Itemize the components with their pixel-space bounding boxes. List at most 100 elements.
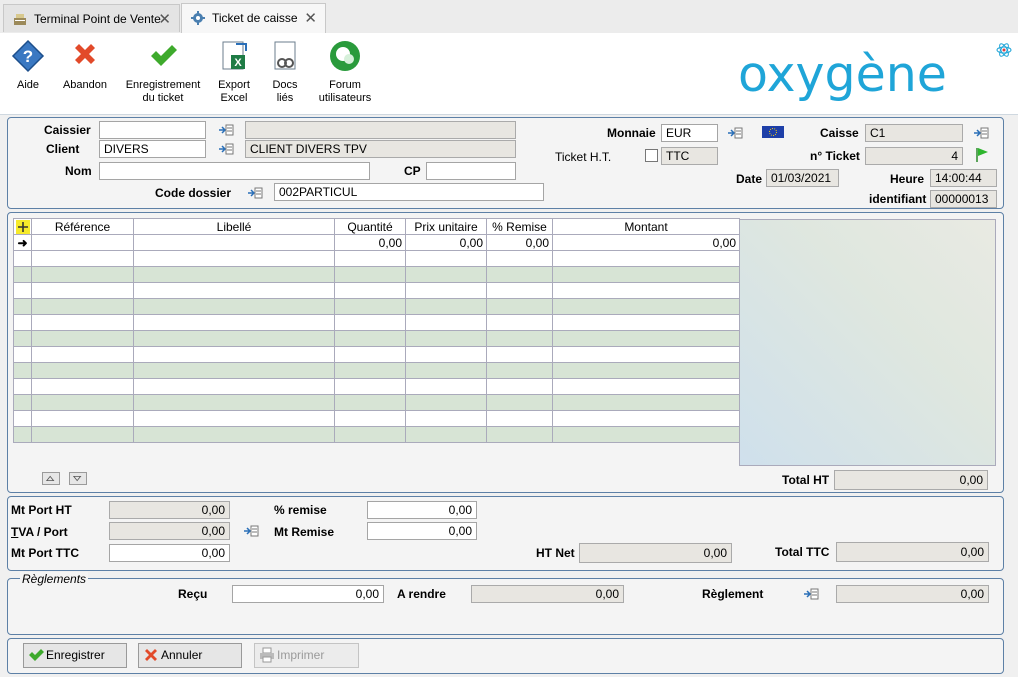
aide-button[interactable]: ? Aide [6,39,50,92]
cell-montant[interactable]: 0,00 [552,234,740,251]
reglement-field: 0,00 [836,585,989,603]
recu-input[interactable]: 0,00 [232,585,384,603]
caissier-label: Caissier [44,123,91,137]
lookup-icon[interactable] [803,587,819,601]
nom-input[interactable] [99,162,370,180]
table-row[interactable] [13,298,740,315]
tab-label: Ticket de caisse [212,11,298,25]
export-excel-button[interactable]: X Export Excel [212,39,256,105]
no-ticket-label: n° Ticket [810,149,860,163]
col-montant[interactable]: Montant [552,218,740,235]
client-input[interactable]: DIVERS [99,140,206,158]
ticket-ht-label: Ticket H.T. [555,150,612,164]
mt-port-ht-label: Mt Port HT [11,503,72,517]
export-label-2: Excel [220,92,248,104]
arrow-up-icon [45,475,55,482]
col-reference[interactable]: Référence [31,218,134,235]
recu-label: Reçu [178,587,208,601]
tva-port-field: 0,00 [109,522,230,540]
table-row[interactable] [13,362,740,379]
atom-icon [996,43,1012,57]
checkmark-icon [29,649,44,661]
cell-prix-unitaire[interactable]: 0,00 [405,234,487,251]
table-row[interactable] [13,426,740,443]
mt-port-ttc-label: Mt Port TTC [11,546,79,560]
excel-export-icon: X [222,41,247,70]
monnaie-label: Monnaie [607,126,656,140]
checkmark-icon [151,45,177,66]
move-up-button[interactable] [42,472,60,485]
imprimer-button[interactable]: Imprimer [254,643,359,668]
close-icon[interactable]: ✕ [158,10,171,28]
table-row[interactable] [13,410,740,427]
svg-text:?: ? [23,47,33,66]
docs-lies-button[interactable]: Docs liés [264,39,306,105]
docs-label-2: liés [276,92,294,104]
cp-input[interactable] [426,162,516,180]
monnaie-input[interactable]: EUR [661,124,718,142]
code-dossier-input[interactable]: 002PARTICUL [274,183,544,201]
ticket-ht-checkbox[interactable] [645,149,658,162]
forum-button[interactable]: Forum utilisateurs [316,39,374,105]
row-pointer-icon: ➜ [13,234,32,251]
no-ticket-field: 4 [865,147,963,165]
table-row[interactable] [13,330,740,347]
date-label: Date [736,172,763,186]
add-line-button[interactable] [13,218,32,235]
reglement-label: Règlement [702,587,764,601]
lookup-icon[interactable] [727,126,743,140]
add-row-icon [15,219,30,234]
identifiant-field: 00000013 [930,190,997,208]
tab-label: Terminal Point de Vente [34,12,161,26]
enregistrer-button[interactable]: Enregistrer [23,643,127,668]
ttc-field: TTC [661,147,718,165]
col-remise[interactable]: % Remise [486,218,553,235]
move-down-button[interactable] [69,472,87,485]
table-row[interactable] [13,282,740,299]
cell-libelle[interactable] [133,234,335,251]
lookup-icon[interactable] [247,186,263,200]
table-row[interactable] [13,250,740,267]
total-ht-label: Total HT [782,473,830,487]
aide-label: Aide [16,79,40,91]
cell-reference[interactable] [31,234,134,251]
lookup-icon[interactable] [243,524,259,538]
mt-remise-input[interactable]: 0,00 [367,522,477,540]
cancel-x-icon [75,44,95,64]
col-quantite[interactable]: Quantité [334,218,406,235]
nom-label: Nom [65,164,92,178]
code-dossier-label: Code dossier [155,186,232,200]
total-ttc-field: 0,00 [836,542,989,562]
mt-port-ttc-input[interactable]: 0,00 [109,544,230,562]
cell-remise[interactable]: 0,00 [486,234,553,251]
cell-quantite[interactable]: 0,00 [334,234,406,251]
col-prix-unitaire[interactable]: Prix unitaire [405,218,487,235]
table-row[interactable]: ➜ 0,00 0,00 0,00 0,00 [13,234,740,251]
tab-terminal-point-de-vente[interactable]: Terminal Point de Vente ✕ [3,4,180,32]
table-row[interactable] [13,378,740,395]
a-rendre-field: 0,00 [471,585,624,603]
abandon-button[interactable]: Abandon [58,39,112,92]
lookup-icon[interactable] [973,126,989,140]
table-row[interactable] [13,266,740,283]
table-row[interactable] [13,394,740,411]
caisse-field: C1 [865,124,963,142]
enregistrement-label-1: Enregistrement [125,79,201,91]
tab-ticket-de-caisse[interactable]: Ticket de caisse ✕ [181,3,326,33]
caisse-label: Caisse [820,126,859,140]
close-icon[interactable]: ✕ [304,9,317,27]
green-flag-icon[interactable] [975,147,989,162]
total-ht-field: 0,00 [834,470,988,490]
lookup-icon[interactable] [218,123,234,137]
table-row[interactable] [13,314,740,331]
col-libelle[interactable]: Libellé [133,218,335,235]
annuler-button[interactable]: Annuler [138,643,242,668]
eu-flag-icon [762,126,784,138]
reglements-title: Règlements [20,572,89,586]
lookup-icon[interactable] [218,142,234,156]
pct-remise-input[interactable]: 0,00 [367,501,477,519]
mt-remise-label: Mt Remise [274,525,335,539]
table-row[interactable] [13,346,740,363]
enregistrement-button[interactable]: Enregistrement du ticket [124,39,202,105]
caissier-input[interactable] [99,121,206,139]
